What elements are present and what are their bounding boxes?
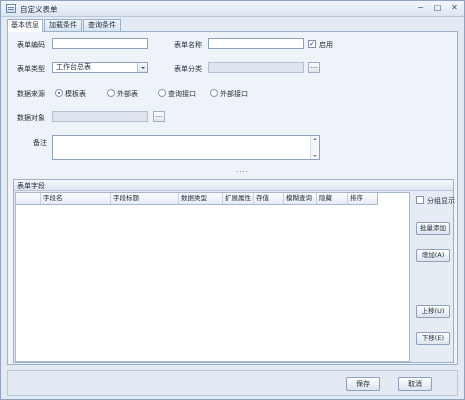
- column-header-indicator: [16, 193, 40, 204]
- form-fields-group: 表单字段 字段名 字段标题 数据类型 扩展属性 存值 模糊查询 隐藏 排序 分组…: [13, 179, 455, 363]
- form-category-browse-button[interactable]: ...: [308, 62, 320, 73]
- form-fields-title: 表单字段: [17, 182, 45, 190]
- window-title: 自定义表单: [20, 5, 58, 14]
- column-header-ext-attr[interactable]: 扩展属性: [222, 193, 253, 204]
- enabled-label: 启用: [319, 41, 333, 49]
- radio-external-interface[interactable]: [210, 89, 218, 97]
- tab-basic-info[interactable]: 基本信息: [7, 19, 43, 32]
- form-category-input[interactable]: [208, 62, 304, 73]
- form-type-value: 工作台总表: [56, 63, 91, 71]
- form-fields-header: 表单字段: [14, 180, 453, 191]
- form-icon: [6, 4, 16, 13]
- form-type-label: 表单类型: [17, 65, 45, 73]
- form-code-input[interactable]: [52, 38, 148, 49]
- column-header-hidden[interactable]: 隐藏: [316, 193, 347, 204]
- column-header-sort[interactable]: 排序: [347, 193, 377, 204]
- radio-query-interface[interactable]: [158, 89, 166, 97]
- column-header-fuzzy-query[interactable]: 模糊查询: [283, 193, 316, 204]
- radio-query-interface-label: 查询接口: [168, 90, 196, 98]
- form-type-select[interactable]: 工作台总表: [52, 62, 148, 73]
- form-name-input[interactable]: [208, 38, 304, 49]
- column-header-data-type[interactable]: 数据类型: [178, 193, 222, 204]
- form-name-label: 表单名称: [174, 41, 202, 49]
- form-code-label: 表单编码: [17, 41, 45, 49]
- column-header-field-title[interactable]: 字段标题: [110, 193, 178, 204]
- tab-load-conditions[interactable]: 加载条件: [44, 19, 82, 31]
- title-bar: 自定义表单 − □ ✕: [1, 1, 464, 17]
- tab-query-conditions[interactable]: 查询条件: [83, 19, 121, 31]
- basic-info-panel: 表单编码 表单名称 ✓ 启用 表单类型 工作台总表 表单分类 ... 数据来源 …: [7, 31, 458, 365]
- remark-scrollbar[interactable]: [310, 136, 319, 159]
- data-source-label: 数据来源: [17, 90, 45, 98]
- radio-template-table-label: 模板表: [65, 90, 86, 98]
- remark-label: 备注: [33, 139, 47, 147]
- fields-grid[interactable]: 字段名 字段标题 数据类型 扩展属性 存值 模糊查询 隐藏 排序: [15, 192, 410, 362]
- chevron-down-icon[interactable]: [137, 63, 147, 72]
- batch-add-button[interactable]: 批量添加: [416, 222, 450, 235]
- move-up-button[interactable]: 上移(U): [416, 305, 450, 318]
- form-category-label: 表单分类: [174, 65, 202, 73]
- maximize-icon[interactable]: □: [432, 4, 443, 13]
- group-display-checkbox[interactable]: [416, 196, 424, 204]
- radio-template-table[interactable]: [55, 89, 63, 97]
- data-object-label: 数据对象: [17, 114, 45, 122]
- radio-external-interface-label: 外部接口: [220, 90, 248, 98]
- column-header-field-name[interactable]: 字段名: [40, 193, 110, 204]
- minimize-icon[interactable]: −: [415, 4, 426, 13]
- radio-external-table-label: 外部表: [117, 90, 138, 98]
- remark-textarea[interactable]: [52, 135, 320, 160]
- move-down-button[interactable]: 下移(E): [416, 332, 450, 345]
- data-object-input[interactable]: [52, 111, 148, 122]
- enabled-checkbox[interactable]: ✓: [308, 40, 316, 48]
- group-display-label: 分组显示: [427, 197, 455, 205]
- cancel-button[interactable]: 取消: [398, 377, 432, 391]
- save-button[interactable]: 保存: [346, 377, 380, 391]
- column-header-store-value[interactable]: 存值: [253, 193, 283, 204]
- close-icon[interactable]: ✕: [449, 4, 460, 13]
- fields-grid-header: 字段名 字段标题 数据类型 扩展属性 存值 模糊查询 隐藏 排序: [16, 193, 378, 205]
- radio-external-table[interactable]: [107, 89, 115, 97]
- dialog-footer: 保存 取消: [7, 370, 458, 396]
- form-designer-window: 自定义表单 − □ ✕ 基本信息 加载条件 查询条件 表单编码 表单名称 ✓ 启…: [0, 0, 465, 400]
- add-button[interactable]: 增加(A): [416, 249, 450, 262]
- splitter-handle[interactable]: ....: [236, 166, 249, 174]
- data-object-browse-button[interactable]: ...: [153, 111, 165, 122]
